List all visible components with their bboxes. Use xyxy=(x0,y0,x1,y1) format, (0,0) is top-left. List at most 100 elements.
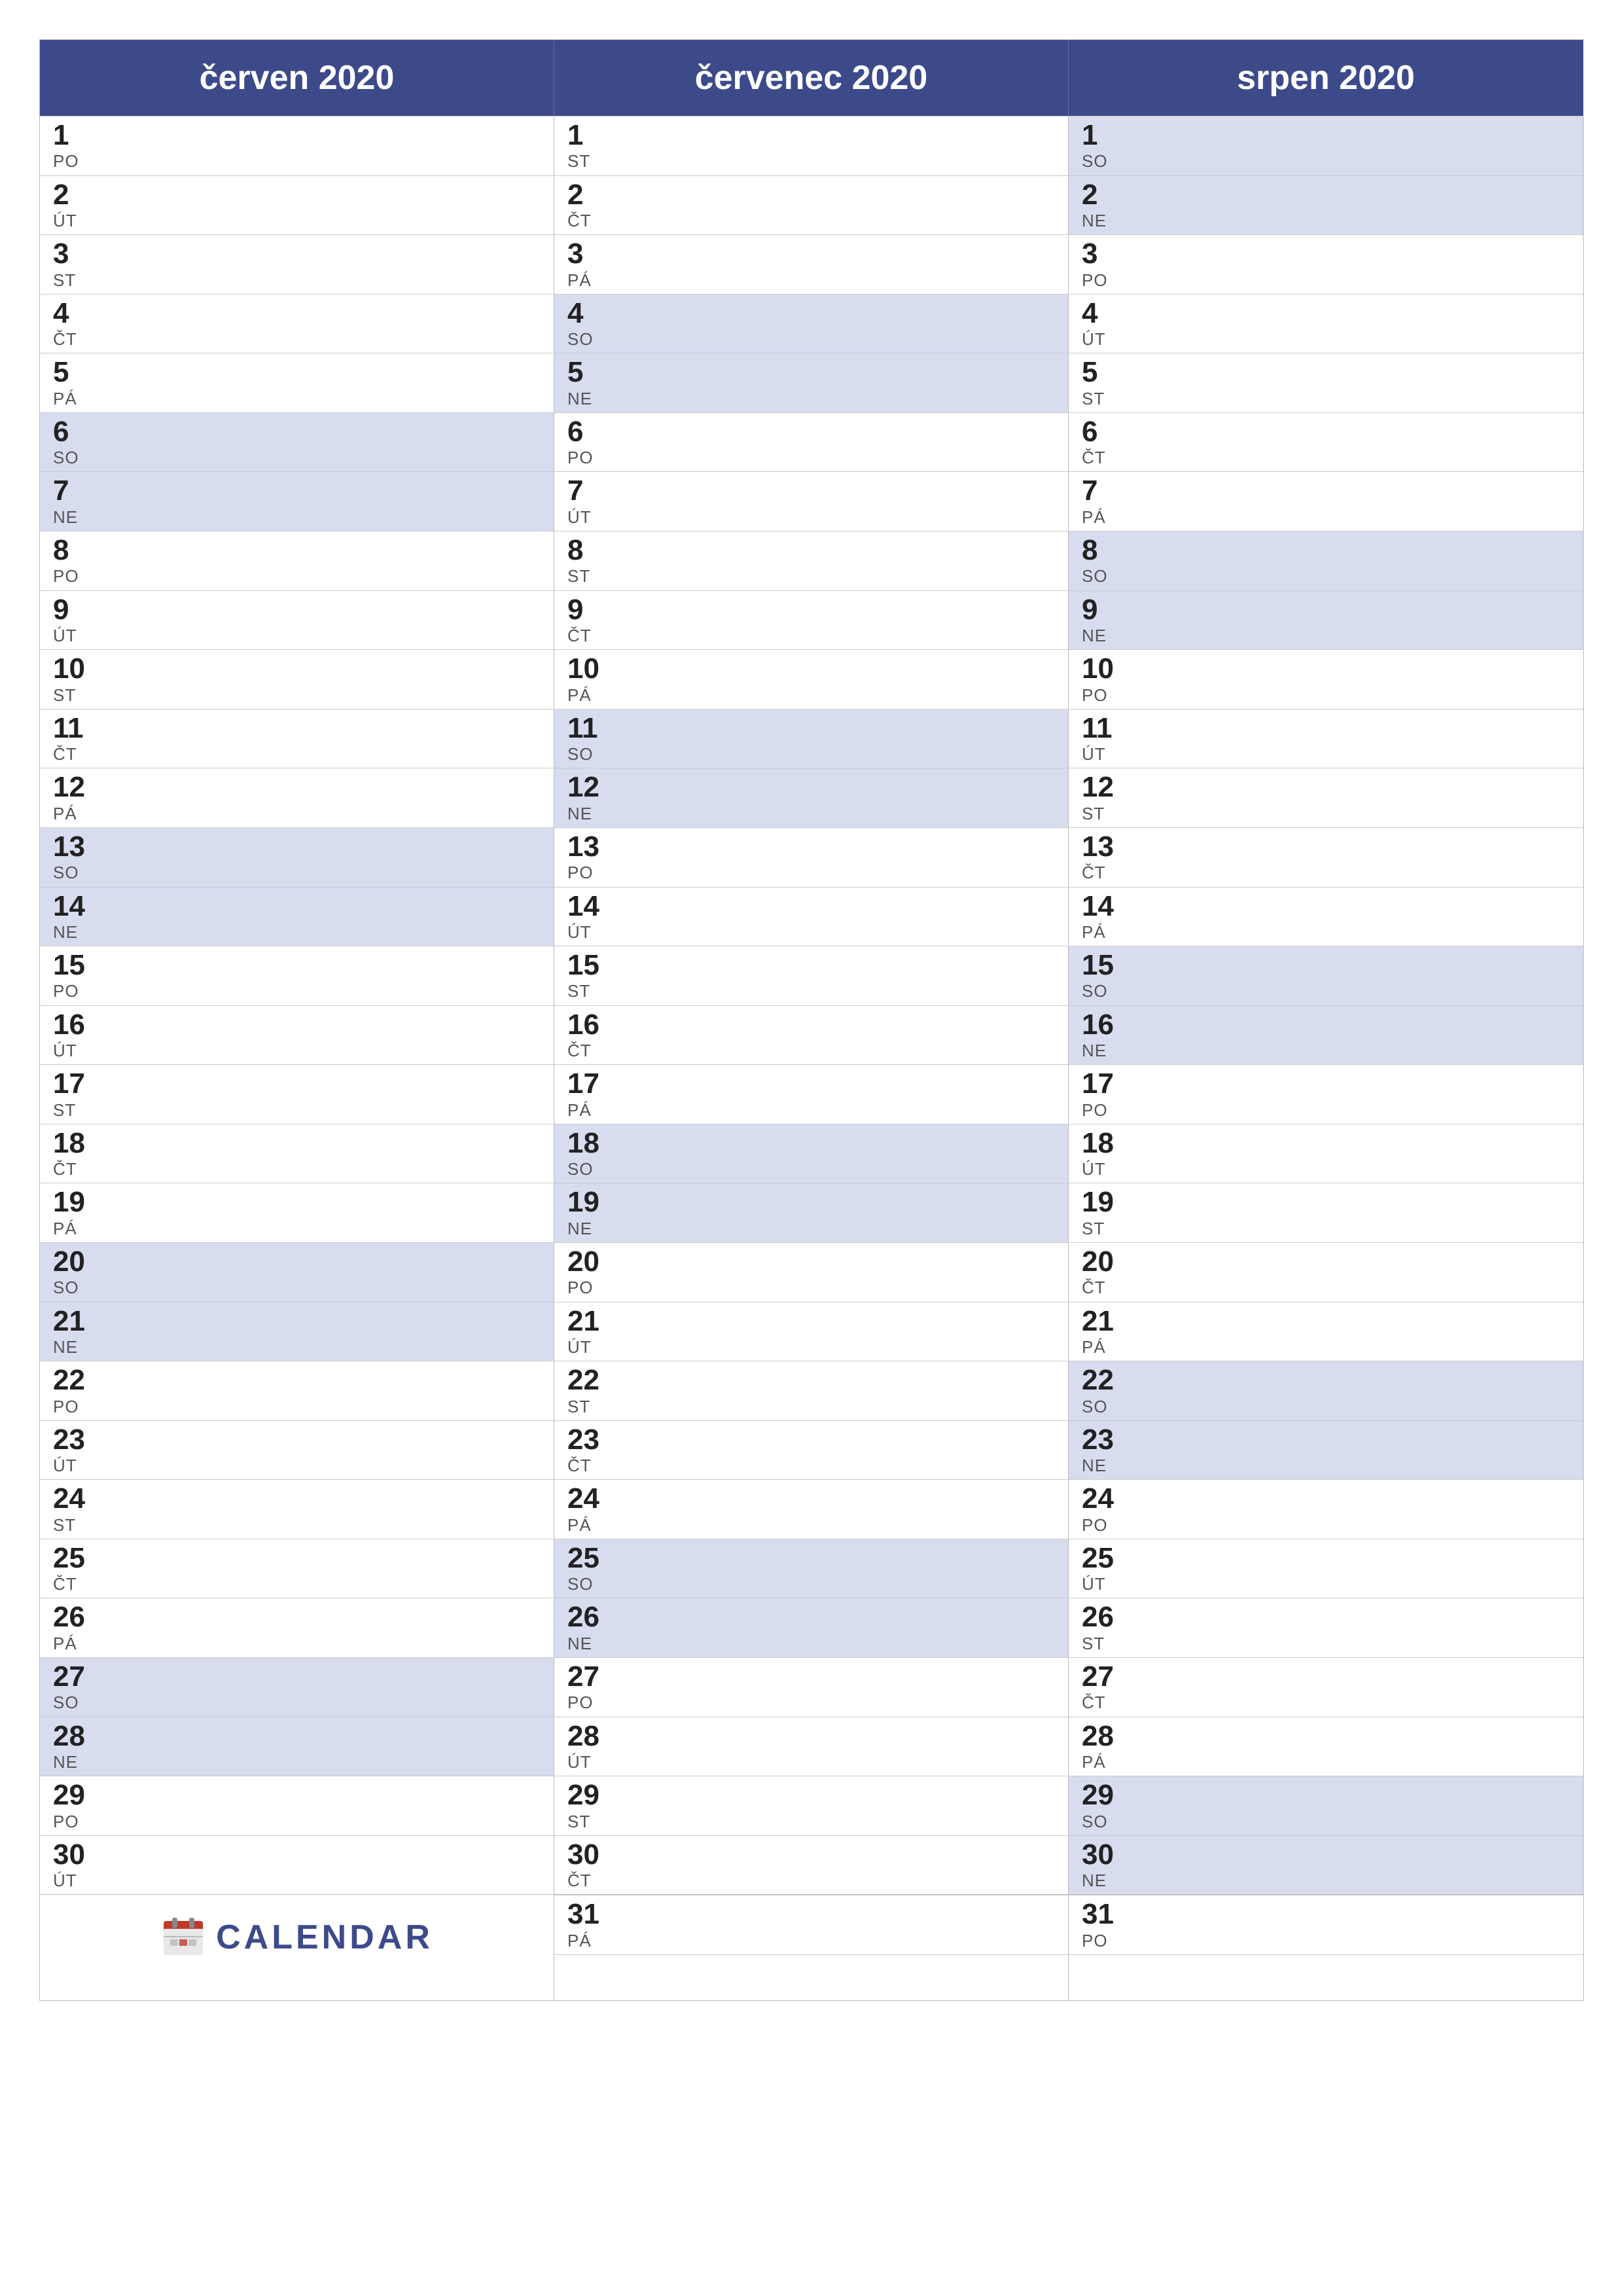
day-name: PO xyxy=(53,151,541,171)
day-number: 6 xyxy=(567,416,1055,448)
day-name: ÚT xyxy=(567,922,1055,942)
august-day-row: 15SO xyxy=(1069,946,1583,1005)
august-day-row: 6ČT xyxy=(1069,412,1583,472)
day-name: ST xyxy=(1082,804,1570,824)
august-title: srpen 2020 xyxy=(1237,59,1415,97)
footer: CALENDAR 31 PÁ 31 PO xyxy=(39,1895,1584,2001)
day-number: 23 xyxy=(53,1424,541,1456)
june-day-row: 27SO xyxy=(40,1657,554,1717)
june-day-row: 10ST xyxy=(40,649,554,709)
august-day-row: 12ST xyxy=(1069,768,1583,827)
day-number: 4 xyxy=(53,298,541,329)
day-name: NE xyxy=(1082,1871,1570,1891)
august-day-row: 20ČT xyxy=(1069,1242,1583,1302)
day-name: ÚT xyxy=(53,626,541,646)
day-number: 5 xyxy=(1082,357,1570,388)
day-name: PÁ xyxy=(567,1515,1055,1535)
july-day-row: 16ČT xyxy=(554,1005,1069,1065)
august-day-row: 5ST xyxy=(1069,353,1583,412)
day-name: NE xyxy=(567,804,1055,824)
day-number: 5 xyxy=(53,357,541,388)
august-day-row: 29SO xyxy=(1069,1776,1583,1835)
august-day-row: 10PO xyxy=(1069,649,1583,709)
day-number: 1 xyxy=(53,120,541,151)
june-day-row: 6SO xyxy=(40,412,554,472)
day-number: 25 xyxy=(1082,1543,1570,1574)
august-day-row: 1SO xyxy=(1069,116,1583,175)
day-number: 3 xyxy=(567,238,1055,270)
day-number: 18 xyxy=(1082,1128,1570,1159)
day-name: ČT xyxy=(53,1574,541,1594)
august-day-row: 7PÁ xyxy=(1069,471,1583,531)
day-name: SO xyxy=(1082,1397,1570,1417)
day-number: 18 xyxy=(53,1128,541,1159)
day-number: 20 xyxy=(1082,1246,1570,1278)
day-name: SO xyxy=(1082,566,1570,586)
day-name: ÚT xyxy=(1082,1159,1570,1179)
july-day-row: 26NE xyxy=(554,1598,1069,1657)
day-number: 21 xyxy=(53,1306,541,1337)
day-number: 20 xyxy=(53,1246,541,1278)
july-day-row: 29ST xyxy=(554,1776,1069,1835)
day-number: 30 xyxy=(1082,1839,1570,1871)
day-name: PO xyxy=(53,1397,541,1417)
july-day-row: 5NE xyxy=(554,353,1069,412)
day-number: 18 xyxy=(567,1128,1055,1159)
day-number: 30 xyxy=(53,1839,541,1871)
day-name: NE xyxy=(567,389,1055,409)
day-name: PÁ xyxy=(1082,922,1570,942)
day-name: PO xyxy=(567,863,1055,883)
day-number: 28 xyxy=(53,1721,541,1752)
day-number: 17 xyxy=(567,1068,1055,1100)
day-name: SO xyxy=(1082,1812,1570,1832)
july-day-row: 22ST xyxy=(554,1361,1069,1420)
august-day-row: 30NE xyxy=(1069,1835,1583,1895)
day-name: PO xyxy=(1082,1515,1570,1535)
day-number: 14 xyxy=(1082,891,1570,922)
day-number: 15 xyxy=(53,950,541,981)
june-day-row: 16ÚT xyxy=(40,1005,554,1065)
august-day-row: 26ST xyxy=(1069,1598,1583,1657)
day-number: 15 xyxy=(567,950,1055,981)
day-number: 8 xyxy=(1082,535,1570,566)
day-number: 19 xyxy=(567,1187,1055,1218)
day-number: 30 xyxy=(567,1839,1055,1871)
day-name: ČT xyxy=(1082,448,1570,468)
days-grid: 1PO1ST1SO2ÚT2ČT2NE3ST3PÁ3PO4ČT4SO4ÚT5PÁ5… xyxy=(39,116,1584,1895)
day-name: ČT xyxy=(567,626,1055,646)
day-number: 2 xyxy=(567,179,1055,211)
day-name: ČT xyxy=(1082,863,1570,883)
day-name: NE xyxy=(53,507,541,528)
august-day-row: 22SO xyxy=(1069,1361,1583,1420)
day-name: SO xyxy=(1082,981,1570,1001)
day-number: 29 xyxy=(53,1780,541,1811)
day-name: ÚT xyxy=(1082,744,1570,764)
day-number: 7 xyxy=(567,475,1055,507)
july-footer: 31 PÁ xyxy=(554,1895,1069,2000)
day-number: 27 xyxy=(53,1661,541,1693)
day-number: 13 xyxy=(567,831,1055,863)
day-number: 10 xyxy=(53,653,541,685)
july-day-row: 14ÚT xyxy=(554,887,1069,946)
august-day-31-extra: 31 PO xyxy=(1069,1895,1583,1954)
day-number: 4 xyxy=(1082,298,1570,329)
august-day-row: 27ČT xyxy=(1069,1657,1583,1717)
july-day-row: 21ÚT xyxy=(554,1302,1069,1361)
day-name: ÚT xyxy=(53,211,541,231)
august-day-row: 2NE xyxy=(1069,175,1583,235)
day-name: ST xyxy=(1082,389,1570,409)
july-day-row: 18SO xyxy=(554,1124,1069,1183)
brand-label: CALENDAR xyxy=(216,1918,433,1957)
july-header: červenec 2020 xyxy=(554,40,1069,116)
july-day-row: 25SO xyxy=(554,1539,1069,1598)
august-footer: 31 PO xyxy=(1069,1895,1583,2000)
august-day-row: 21PÁ xyxy=(1069,1302,1583,1361)
day-name: ST xyxy=(1082,1634,1570,1654)
august-day-row: 24PO xyxy=(1069,1479,1583,1539)
june-day-row: 22PO xyxy=(40,1361,554,1420)
day-name: NE xyxy=(53,922,541,942)
august-day-row: 9NE xyxy=(1069,590,1583,650)
day-number: 11 xyxy=(1082,713,1570,744)
june-day-row: 29PO xyxy=(40,1776,554,1835)
day-name: ÚT xyxy=(53,1871,541,1891)
